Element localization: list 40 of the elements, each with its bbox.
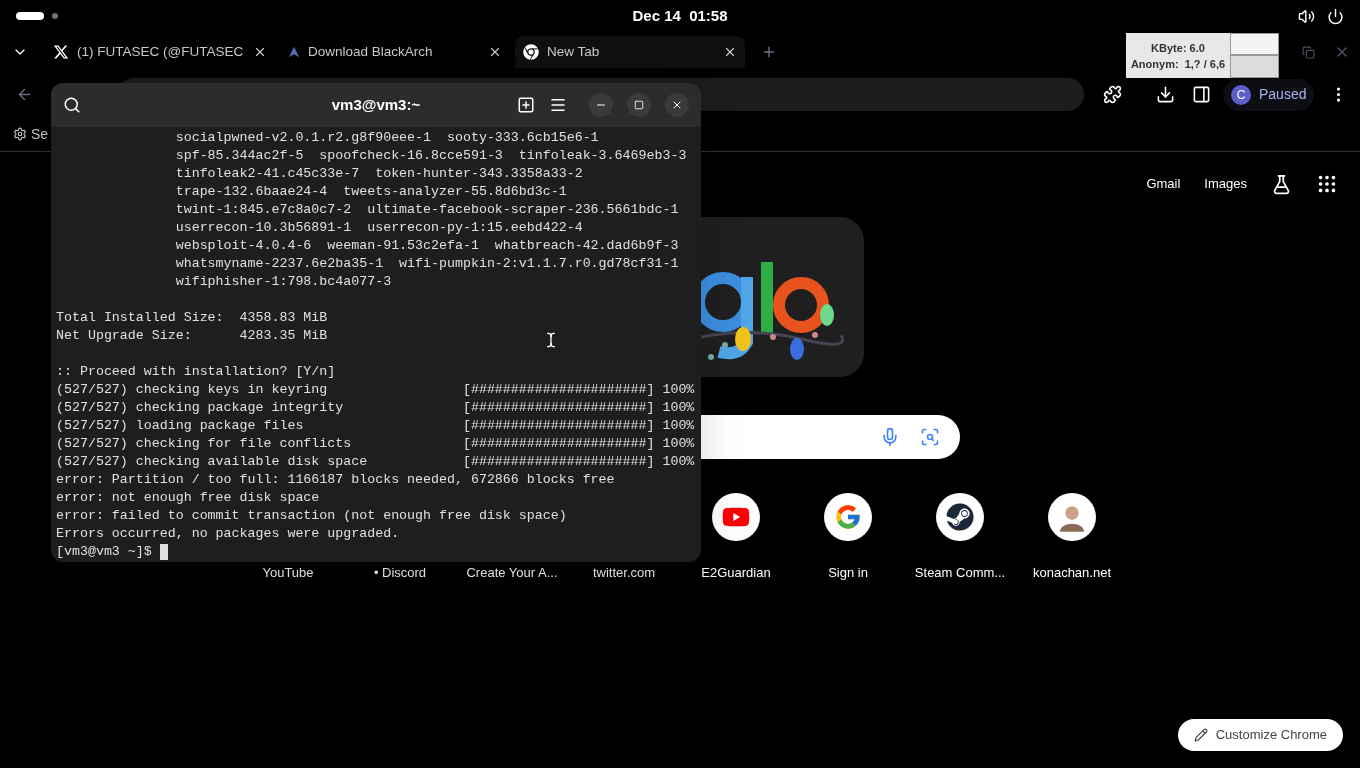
terminal-line: whatsmyname-2237.6e2ba35-1 wifi-pumpkin-2:v1.1.7.r0.gd78cf31-1 bbox=[175, 256, 679, 271]
terminal-line: Total Installed Size: 4358.83 MiB bbox=[56, 310, 328, 325]
shell-prompt: [vm3@vm3 ~]$ bbox=[56, 543, 152, 561]
terminal-line: twint-1:845.e7c8a0c7-2 ultimate-facebook-scraper-236.5661bdc-1 bbox=[175, 202, 679, 217]
terminal-line: trape-132.6baae24-4 tweets-analyzer-55.8d6bd3c-1 bbox=[175, 184, 567, 199]
terminal-line: spf-85.344ac2f-5 spoofcheck-16.8cce591-3 tinfoleak-3.6469eb3-3 bbox=[175, 148, 687, 163]
progress-bar-text: [######################] bbox=[462, 381, 655, 399]
percent-text: 100% bbox=[662, 399, 695, 417]
profile-status: Paused bbox=[1259, 85, 1307, 104]
tab-title: New Tab bbox=[547, 42, 600, 61]
terminal-line: (527/527) checking available disk space bbox=[56, 453, 369, 471]
terminal-line: socialpwned-v2.0.1.r2.g8f90eee-1 sooty-333.6cb15e6-1 bbox=[175, 130, 599, 145]
terminal-line: Net Upgrade Size: 4283.35 MiB bbox=[56, 328, 328, 343]
terminal-line: :: Proceed with installation? [Y/n] bbox=[56, 364, 336, 379]
terminal-line: error: not enough free disk space bbox=[56, 490, 320, 505]
monitor-text: Anonym: 1,? / 6,6 bbox=[1130, 56, 1226, 72]
terminal-line: (527/527) loading package files bbox=[56, 417, 305, 435]
terminal-line: (527/527) checking for file conflicts bbox=[56, 435, 353, 453]
tab-title: (1) FUTASEC (@FUTASEC bbox=[77, 42, 244, 61]
progress-bar-text: [######################] bbox=[462, 435, 655, 453]
terminal-line: websploit-4.0.4-6 weeman-91.53c2efa-1 whatbreach-42.dad6b9f-3 bbox=[175, 238, 679, 253]
window-title: vm3@vm3:~ bbox=[331, 94, 421, 115]
terminal-line: error: failed to commit transaction (not enough free disk space) bbox=[56, 508, 567, 523]
percent-text: 100% bbox=[662, 381, 695, 399]
percent-text: 100% bbox=[662, 417, 695, 435]
terminal-line: tinfoleak2-41.c45c33e-7 token-hunter-343.3358a33-2 bbox=[175, 166, 583, 181]
progress-bar-text: [######################] bbox=[462, 453, 655, 471]
profile-avatar: C bbox=[1231, 84, 1251, 105]
progress-bar-text: [######################] bbox=[462, 417, 655, 435]
terminal-line: (527/527) checking keys in keyring bbox=[56, 381, 329, 399]
tab-title: Download BlackArch bbox=[308, 42, 433, 61]
percent-text: 100% bbox=[662, 435, 695, 453]
terminal-line: userrecon-10.3b56891-1 userrecon-py-1:15.eebd422-4 bbox=[175, 220, 583, 235]
terminal-line: wifiphisher-1:798.bc4a077-3 bbox=[175, 274, 392, 289]
monitor-text: KByte: 6.0 bbox=[1151, 40, 1205, 56]
progress-bar-text: [######################] bbox=[462, 399, 655, 417]
percent-text: 100% bbox=[662, 453, 695, 471]
terminal-line: Errors occurred, no packages were upgraded. bbox=[56, 526, 400, 541]
terminal-line: (527/527) checking package integrity bbox=[56, 399, 345, 417]
terminal-line: error: Partition / too full: 1166187 blocks needed, 672866 blocks free bbox=[56, 472, 615, 487]
